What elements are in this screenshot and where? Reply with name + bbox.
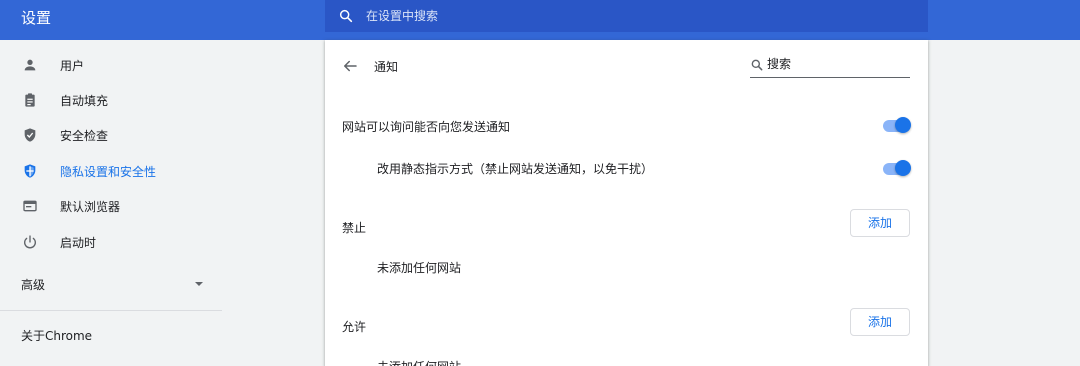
caret-down-icon — [195, 282, 203, 286]
browser-window-icon — [22, 198, 38, 214]
page-title: 通知 — [374, 60, 399, 74]
advanced-label: 高级 — [21, 278, 46, 292]
allow-empty-text: 未添加任何网站 — [377, 358, 461, 366]
allow-section-label: 允许 — [342, 320, 367, 334]
sidebar-item-label: 隐私设置和安全性 — [60, 164, 157, 179]
ask-to-send-label: 网站可以询问能否向您发送通知 — [342, 120, 511, 134]
sidebar-item-label: 安全检查 — [60, 128, 109, 143]
subpage-search[interactable] — [750, 54, 910, 78]
sidebar-item-default-browser[interactable]: 默认浏览器 — [0, 191, 222, 221]
sidebar-item-autofill[interactable]: 自动填充 — [0, 85, 222, 115]
sidebar-item-privacy[interactable]: 隐私设置和安全性 — [0, 156, 222, 186]
sidebar-item-about-chrome[interactable]: 关于Chrome — [21, 327, 92, 344]
allow-add-button[interactable]: 添加 — [850, 308, 910, 336]
notifications-panel: 通知 网站可以询问能否向您发送通知 改用静态指示方式（禁止网站发送通知，以免干扰… — [325, 40, 928, 366]
ask-to-send-toggle[interactable] — [881, 117, 911, 133]
block-add-button[interactable]: 添加 — [850, 209, 910, 237]
search-input[interactable] — [366, 9, 906, 23]
clipboard-icon — [22, 92, 38, 108]
sidebar-item-on-startup[interactable]: 启动时 — [0, 227, 222, 257]
toggle-knob — [895, 160, 911, 176]
toggle-knob — [895, 117, 911, 133]
back-arrow-icon[interactable] — [341, 57, 359, 75]
sidebar-item-label: 自动填充 — [60, 93, 109, 108]
top-app-bar: 设置 — [0, 0, 1080, 40]
sidebar-divider — [0, 310, 222, 311]
search-icon — [339, 9, 353, 23]
sidebar: 用户 自动填充 安全检查 隐私设置和安全性 默认浏览器 启动时 高级 关于Chr… — [0, 40, 222, 366]
quiet-messaging-label: 改用静态指示方式（禁止网站发送通知，以免干扰） — [377, 162, 654, 176]
sidebar-item-label: 启动时 — [60, 235, 97, 250]
search-icon — [751, 59, 763, 71]
person-icon — [22, 57, 38, 73]
sidebar-advanced-toggle[interactable]: 高级 — [0, 269, 222, 299]
block-empty-text: 未添加任何网站 — [377, 261, 462, 275]
subpage-search-input[interactable] — [767, 57, 907, 71]
sidebar-item-label: 默认浏览器 — [60, 199, 121, 214]
sidebar-item-safety-check[interactable]: 安全检查 — [0, 120, 222, 150]
sidebar-item-label: 用户 — [60, 58, 85, 73]
settings-search-bar[interactable] — [325, 0, 928, 32]
power-icon — [22, 234, 38, 250]
shield-check-icon — [22, 127, 38, 143]
block-section-label: 禁止 — [342, 221, 367, 235]
quiet-messaging-toggle[interactable] — [881, 160, 911, 176]
app-title: 设置 — [21, 9, 52, 27]
sidebar-item-user[interactable]: 用户 — [0, 50, 222, 80]
shield-privacy-icon — [22, 163, 38, 179]
